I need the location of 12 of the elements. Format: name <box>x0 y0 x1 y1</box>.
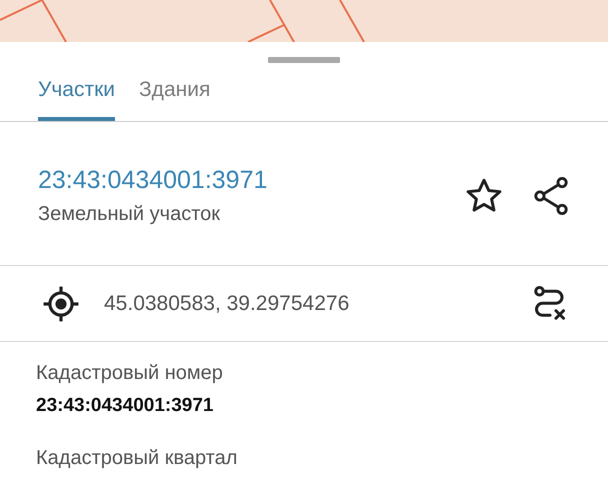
coordinates: 45.0380583, 39.29754276 <box>104 292 350 316</box>
location-target-icon[interactable] <box>42 285 80 323</box>
field-label: Кадастровый номер <box>36 362 224 385</box>
tab[interactable]: Участки <box>38 63 115 121</box>
field-value: 23:43:0434001:3971 <box>36 395 214 417</box>
tab[interactable]: Здания <box>139 63 210 121</box>
route-icon[interactable] <box>532 285 568 323</box>
field-label: Кадастровый квартал <box>36 447 238 470</box>
share-icon[interactable] <box>532 176 570 216</box>
cadastral-number: 23:43:0434001:3971 <box>38 166 268 195</box>
drag-handle[interactable] <box>268 57 340 63</box>
parcel-type: Земельный участок <box>38 203 222 226</box>
